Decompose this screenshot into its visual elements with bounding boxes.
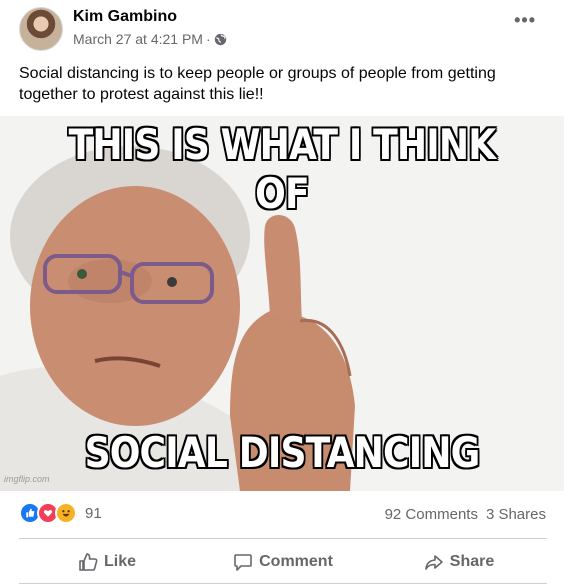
share-count[interactable]: 3 Shares xyxy=(486,506,546,523)
thumbs-up-icon xyxy=(78,552,98,572)
share-button[interactable]: Share xyxy=(371,545,547,579)
post-meta: March 27 at 4:21 PM · xyxy=(73,31,227,47)
engagement-counts: 92 Comments 3 Shares xyxy=(385,506,546,523)
meme-top-text: THIS IS WHAT I THINK OF xyxy=(68,120,497,218)
more-options-button[interactable]: ••• xyxy=(514,11,536,29)
share-label: Share xyxy=(449,553,495,570)
post-text: Social distancing is to keep people or g… xyxy=(19,65,496,103)
comment-bubble-icon xyxy=(233,552,253,572)
like-button[interactable]: Like xyxy=(19,545,195,579)
globe-icon xyxy=(214,33,227,46)
meme-bottom-text: SOCIAL DISTANCING xyxy=(84,428,481,477)
post-image[interactable]: THIS IS WHAT I THINK OF SOCIAL DISTANCIN… xyxy=(0,116,564,491)
like-label: Like xyxy=(103,553,136,570)
author-name[interactable]: Kim Gambino xyxy=(73,8,177,26)
comment-button[interactable]: Comment xyxy=(195,545,371,579)
haha-reaction-icon xyxy=(55,502,77,524)
divider xyxy=(19,538,547,539)
meta-separator: · xyxy=(205,31,211,47)
comment-count[interactable]: 92 Comments xyxy=(385,506,478,523)
imgflip-watermark: imgflip.com xyxy=(4,474,50,484)
divider xyxy=(19,583,547,584)
post-timestamp[interactable]: March 27 at 4:21 PM xyxy=(73,31,203,47)
reaction-count[interactable]: 91 xyxy=(85,505,102,522)
facebook-post: Kim Gambino March 27 at 4:21 PM · ••• So… xyxy=(0,0,569,587)
comment-label: Comment xyxy=(259,553,333,570)
reactions-summary[interactable]: 91 xyxy=(19,502,102,524)
share-arrow-icon xyxy=(424,552,444,572)
post-actions-bar: Like Comment Share xyxy=(19,545,547,579)
author-avatar[interactable] xyxy=(19,7,63,51)
